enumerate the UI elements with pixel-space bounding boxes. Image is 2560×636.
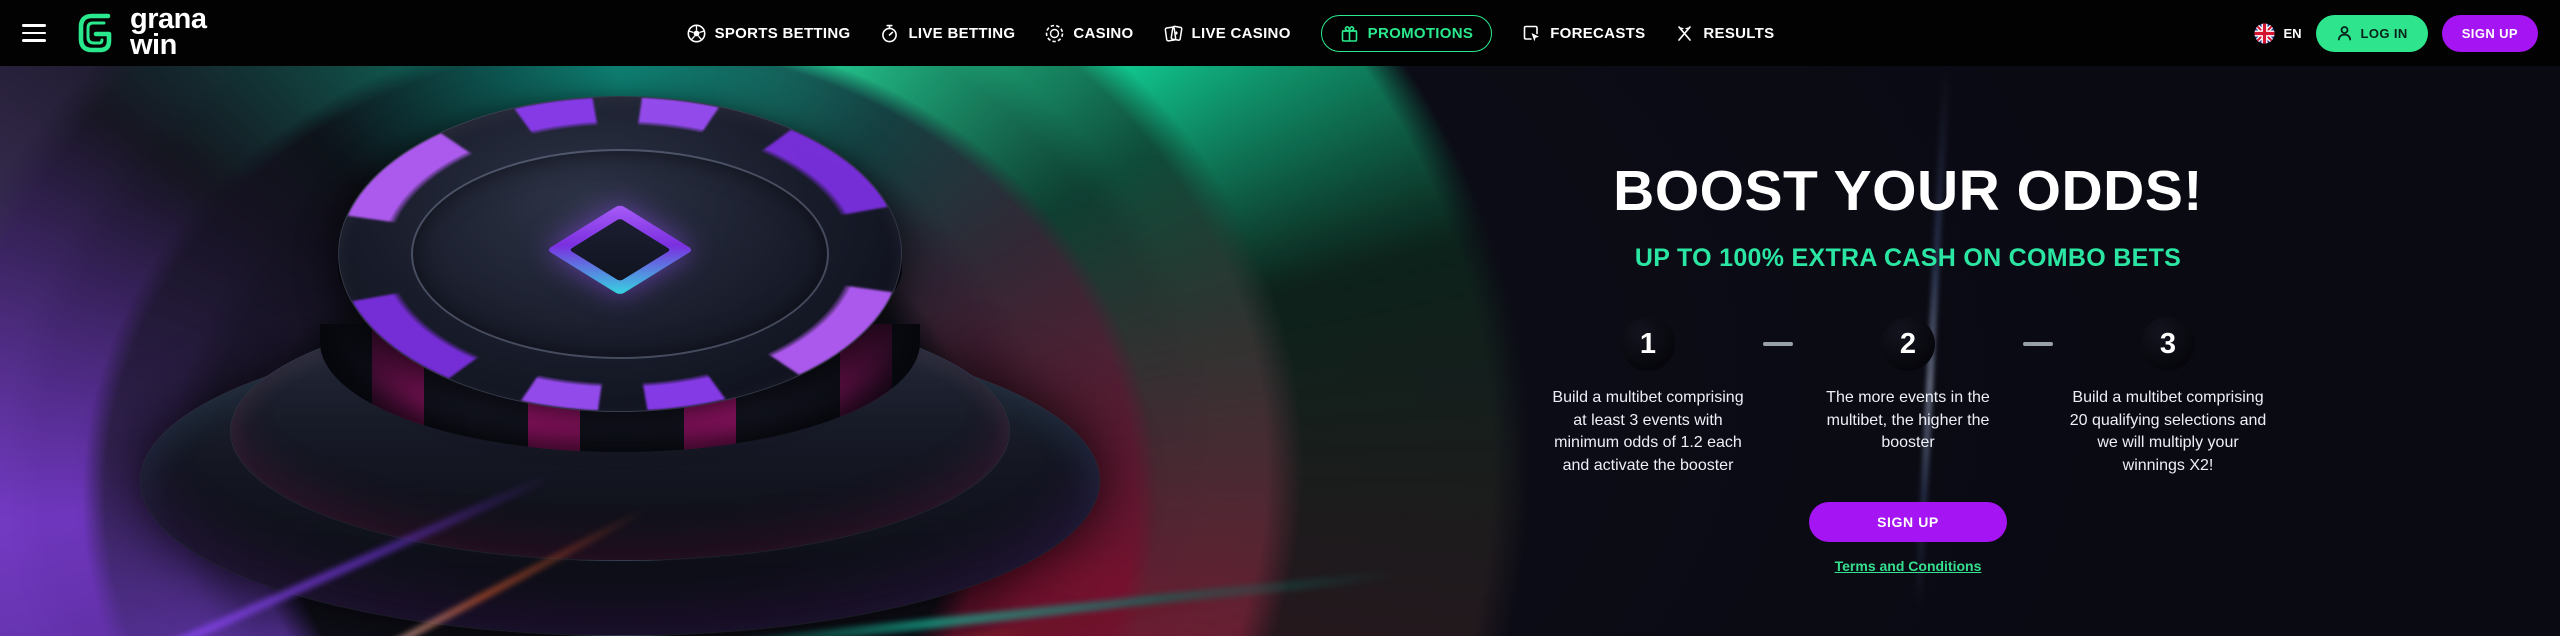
step-number-badge: 1 [1621,317,1675,371]
promo-step-1: 1 Build a multibet comprising at least 3… [1549,317,1747,478]
promo-signup-button[interactable]: SIGN UP [1809,502,2007,542]
promo-subtitle: UP TO 100% EXTRA CASH ON COMBO BETS [1635,244,2181,273]
nav-item-label: FORECASTS [1550,25,1645,42]
header-actions: EN LOG IN SIGN UP [2254,15,2538,52]
nav-item-forecasts[interactable]: FORECASTS [1522,24,1645,43]
language-selector[interactable]: EN [2254,23,2301,44]
stopwatch-icon [880,24,899,43]
step-description: The more events in the multibet, the hig… [1809,387,2007,455]
nav-item-label: SPORTS BETTING [715,25,851,42]
cursor-click-icon [1522,24,1541,43]
language-label: EN [2283,26,2301,41]
step-number-badge: 3 [2141,317,2195,371]
promo-step-3: 3 Build a multibet comprising 20 qualify… [2069,317,2267,478]
promo-steps: 1 Build a multibet comprising at least 3… [1549,317,2267,478]
step-separator [1763,342,1793,346]
nav-item-label: CASINO [1073,25,1133,42]
uk-flag-icon [2254,23,2275,44]
hamburger-icon [22,24,46,27]
logo[interactable]: grana win [74,7,206,58]
step-separator [2023,342,2053,346]
nav-item-live-casino[interactable]: LIVE CASINO [1164,24,1291,43]
step-number-badge: 2 [1881,317,1935,371]
promo-title: BOOST YOUR ODDS! [1613,158,2203,224]
step-description: Build a multibet comprising 20 qualifyin… [2069,387,2267,478]
nav-item-label: LIVE BETTING [908,25,1015,42]
casino-chip-top-face [338,96,902,412]
nav-item-label: LIVE CASINO [1192,25,1291,42]
promo-hero-banner: BOOST YOUR ODDS! UP TO 100% EXTRA CASH O… [0,66,2560,636]
top-header: grana win SPORTS BETTING LIVE BETTING CA… [0,0,2560,66]
main-nav: SPORTS BETTING LIVE BETTING CASINO LIVE … [687,15,1775,52]
granawin-logo-icon [74,10,118,56]
promo-content: BOOST YOUR ODDS! UP TO 100% EXTRA CASH O… [1600,66,2216,636]
step-description: Build a multibet comprising at least 3 e… [1549,387,1747,478]
nav-item-promotions[interactable]: PROMOTIONS [1321,15,1493,52]
menu-button[interactable] [22,18,52,48]
logo-text: grana win [130,7,206,58]
user-icon [2336,25,2353,42]
nav-item-sports-betting[interactable]: SPORTS BETTING [687,24,851,43]
nav-item-live-betting[interactable]: LIVE BETTING [880,24,1015,43]
soccer-ball-icon [687,24,706,43]
login-button[interactable]: LOG IN [2316,15,2428,52]
terms-and-conditions-link[interactable]: Terms and Conditions [1835,558,1982,574]
casino-chip-icon [1045,24,1064,43]
nav-item-label: RESULTS [1703,25,1774,42]
promo-step-2: 2 The more events in the multibet, the h… [1809,317,2007,455]
playing-cards-icon [1164,24,1183,43]
signup-label: SIGN UP [2462,26,2518,41]
nav-item-results[interactable]: RESULTS [1675,24,1774,43]
nav-item-label: PROMOTIONS [1368,25,1474,42]
header-signup-button[interactable]: SIGN UP [2442,15,2538,52]
login-label: LOG IN [2361,26,2408,41]
chip-diamond-logo [568,218,672,282]
crossed-flags-icon [1675,24,1694,43]
hero-art [0,66,1600,636]
gift-icon [1340,24,1359,43]
nav-item-casino[interactable]: CASINO [1045,24,1133,43]
